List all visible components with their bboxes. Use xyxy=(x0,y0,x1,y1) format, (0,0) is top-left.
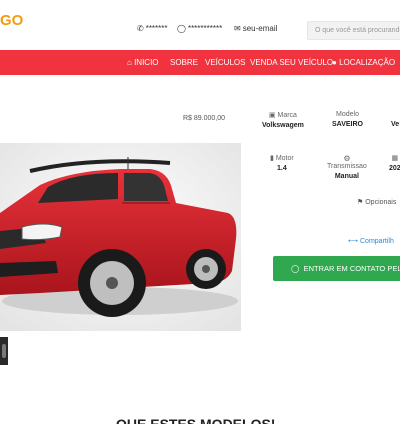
nav-item-venda[interactable]: VENDA SEU VEÍCULO xyxy=(250,58,333,67)
phone-number: ******* xyxy=(145,24,168,33)
home-icon: ⌂ xyxy=(127,58,132,67)
whatsapp-number: *********** xyxy=(187,24,223,33)
section-title: QUE ESTES MODELOS! xyxy=(116,416,276,424)
whatsapp-contact[interactable]: ◯ *********** xyxy=(177,24,222,33)
vehicle-price: R$ 89.000,00 xyxy=(183,115,226,122)
nav-item-localizacao[interactable]: ● LOCALIZAÇÃO xyxy=(332,58,395,67)
red-pickup-image xyxy=(0,143,241,331)
map-marker-icon: ● xyxy=(332,58,337,67)
email-contact[interactable]: ✉ seu-email xyxy=(234,24,277,33)
envelope-icon: ✉ xyxy=(234,24,241,33)
phone-contact[interactable]: ✆ ******* xyxy=(137,24,168,33)
site-logo[interactable]: GO xyxy=(0,12,23,29)
page: GO ✆ ******* ◯ *********** ✉ seu-email O… xyxy=(0,0,400,424)
calendar-icon: ▦ xyxy=(391,155,399,162)
whatsapp-icon: ◯ xyxy=(177,24,186,33)
tags-icon: ⚑ xyxy=(357,199,364,206)
spec-ano: ▦ 202 xyxy=(389,155,400,172)
spec-versao: Ve xyxy=(391,121,400,128)
search-input[interactable]: O que você está procurando xyxy=(307,21,400,40)
share-link[interactable]: ⟷ Compartilh xyxy=(348,237,394,245)
vehicle-photo[interactable] xyxy=(0,143,241,331)
car-icon: ▣ xyxy=(268,112,276,119)
spec-motor: ▮ Motor 1.4 xyxy=(270,155,294,172)
email-address: seu-email xyxy=(242,24,278,33)
whatsapp-icon: ◯ xyxy=(291,264,300,273)
nav-item-sobre[interactable]: SOBRE xyxy=(170,58,198,67)
gear-icon: ⚙ xyxy=(343,154,351,163)
share-icon: ⟷ xyxy=(348,238,359,245)
engine-icon: ▮ xyxy=(270,155,274,162)
spec-modelo: Modelo SAVEIRO xyxy=(332,111,363,128)
whatsapp-contact-button[interactable]: ◯ ENTRAR EM CONTATO PELO xyxy=(273,256,400,281)
gallery-thumbnail[interactable] xyxy=(0,337,8,365)
main-nav: ⌂ INICIO SOBRE VEÍCULOS VENDA SEU VEÍCUL… xyxy=(0,50,400,75)
spec-transmissao: ⚙ Transmissao Manual xyxy=(327,154,367,180)
spec-marca: ▣ Marca Volkswagem xyxy=(262,112,304,129)
nav-item-inicio[interactable]: ⌂ INICIO xyxy=(127,58,159,67)
optionals-toggle[interactable]: ⚑ Opcionais xyxy=(357,198,396,206)
nav-item-veiculos[interactable]: VEÍCULOS xyxy=(205,58,245,67)
phone-icon: ✆ xyxy=(137,24,144,33)
